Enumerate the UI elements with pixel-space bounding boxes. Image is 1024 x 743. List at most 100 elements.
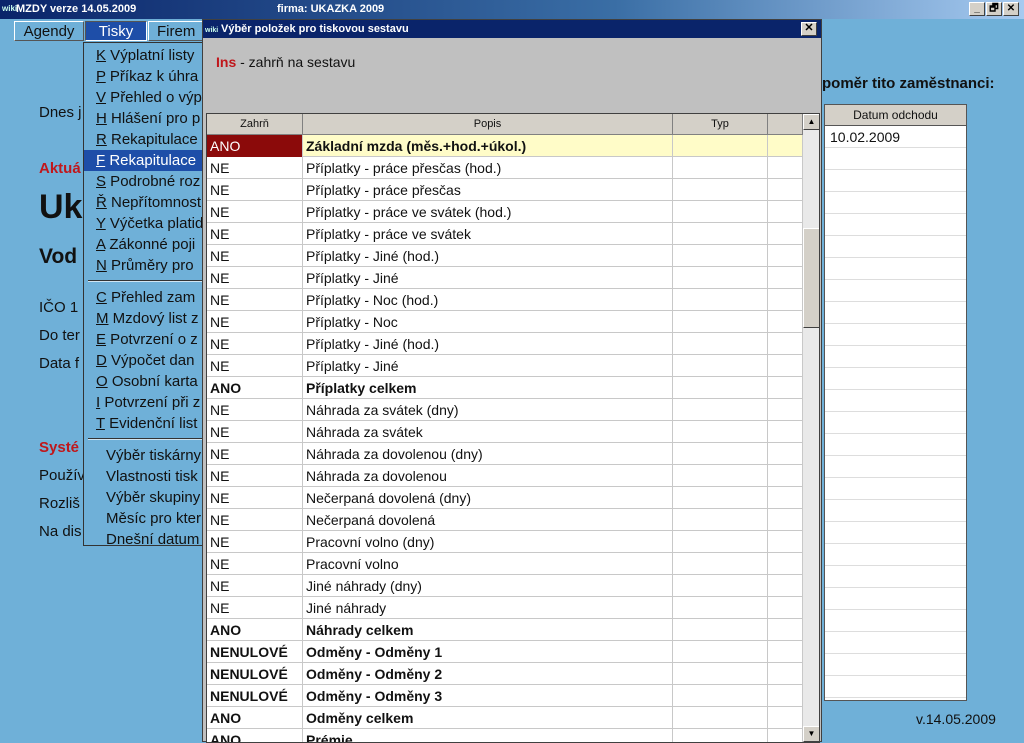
grid-row[interactable]: ANO Odměny celkem: [207, 707, 803, 729]
include-cell[interactable]: ANO: [207, 619, 303, 641]
menu-agendy[interactable]: Agendy: [14, 21, 84, 41]
include-cell[interactable]: NE: [207, 267, 303, 289]
grid-row[interactable]: NE Příplatky - práce ve svátek (hod.): [207, 201, 803, 223]
grid-row[interactable]: NENULOVÉ Odměny - Odměny 3: [207, 685, 803, 707]
include-cell[interactable]: NE: [207, 487, 303, 509]
tisky-menu-item[interactable]: N Průměry pro: [84, 255, 204, 276]
column-header-typ[interactable]: Typ: [673, 114, 768, 135]
type-cell: [673, 487, 768, 509]
column-header-zahrn[interactable]: Zahrň: [207, 114, 303, 135]
include-cell[interactable]: ANO: [207, 135, 303, 157]
column-header-popis[interactable]: Popis: [303, 114, 673, 135]
grid-row[interactable]: NE Příplatky - Noc (hod.): [207, 289, 803, 311]
include-cell[interactable]: NENULOVÉ: [207, 641, 303, 663]
include-cell[interactable]: NE: [207, 421, 303, 443]
include-cell[interactable]: NE: [207, 201, 303, 223]
tisky-menu-item[interactable]: Y Výčetka platid: [84, 213, 204, 234]
restore-button[interactable]: 🗗: [986, 2, 1002, 16]
include-cell[interactable]: NE: [207, 179, 303, 201]
minimize-button[interactable]: _: [969, 2, 985, 16]
include-cell[interactable]: NE: [207, 597, 303, 619]
description-cell: Jiné náhrady (dny): [303, 575, 673, 597]
tisky-menu-item[interactable]: M Mzdový list z: [84, 308, 204, 329]
grid-row[interactable]: NE Příplatky - Jiné: [207, 355, 803, 377]
tisky-menu-item[interactable]: S Podrobné roz: [84, 171, 204, 192]
tisky-menu-item[interactable]: R Rekapitulace: [84, 129, 204, 150]
grid-row[interactable]: NENULOVÉ Odměny - Odměny 1: [207, 641, 803, 663]
include-cell[interactable]: NE: [207, 553, 303, 575]
type-cell: [673, 135, 768, 157]
grid-row[interactable]: NE Příplatky - Jiné (hod.): [207, 245, 803, 267]
tisky-menu-item[interactable]: Výběr tiskárny: [84, 445, 204, 466]
tisky-menu-item[interactable]: A Zákonné poji: [84, 234, 204, 255]
tisky-menu-item[interactable]: H Hlášení pro p: [84, 108, 204, 129]
include-cell[interactable]: NE: [207, 223, 303, 245]
tisky-menu-item[interactable]: C Přehled zam: [84, 287, 204, 308]
grid-row[interactable]: NE Příplatky - práce ve svátek: [207, 223, 803, 245]
grid-row[interactable]: NE Pracovní volno: [207, 553, 803, 575]
grid-row[interactable]: ANO Prémie: [207, 729, 803, 742]
grid-row[interactable]: NE Příplatky - práce přesčas: [207, 179, 803, 201]
tisky-menu-item[interactable]: Dnešní datum: [84, 529, 204, 545]
tisky-menu-item[interactable]: E Potvrzení o z: [84, 329, 204, 350]
grid-row[interactable]: NE Příplatky - Jiné (hod.): [207, 333, 803, 355]
include-cell[interactable]: NE: [207, 157, 303, 179]
include-cell[interactable]: NE: [207, 289, 303, 311]
include-cell[interactable]: NE: [207, 355, 303, 377]
menu-firmy[interactable]: Firem: [148, 21, 208, 41]
grid-row[interactable]: NENULOVÉ Odměny - Odměny 2: [207, 663, 803, 685]
grid-row[interactable]: NE Náhrada za dovolenou: [207, 465, 803, 487]
scroll-thumb[interactable]: [803, 228, 819, 328]
close-button[interactable]: ✕: [1003, 2, 1019, 16]
include-cell[interactable]: NENULOVÉ: [207, 663, 303, 685]
tisky-menu-item[interactable]: D Výpočet dan: [84, 350, 204, 371]
include-cell[interactable]: ANO: [207, 729, 303, 742]
include-cell[interactable]: ANO: [207, 377, 303, 399]
include-cell[interactable]: NE: [207, 509, 303, 531]
dialog-close-button[interactable]: ✕: [801, 22, 817, 36]
include-cell[interactable]: NE: [207, 443, 303, 465]
grid-row[interactable]: NE Náhrada za svátek (dny): [207, 399, 803, 421]
include-cell[interactable]: NE: [207, 465, 303, 487]
grid-row[interactable]: NE Nečerpaná dovolená: [207, 509, 803, 531]
grid-row[interactable]: ANO Náhrady celkem: [207, 619, 803, 641]
tisky-menu-item[interactable]: P Příkaz k úhra: [84, 66, 204, 87]
include-cell[interactable]: NE: [207, 245, 303, 267]
tisky-menu-item[interactable]: I Potvrzení při z: [84, 392, 204, 413]
scroll-up-button[interactable]: ▲: [803, 114, 819, 130]
tisky-menu-item[interactable]: T Evidenční list: [84, 413, 204, 434]
include-cell[interactable]: NE: [207, 531, 303, 553]
tisky-menu-item[interactable]: Ř Nepřítomnost: [84, 192, 204, 213]
include-cell[interactable]: NE: [207, 575, 303, 597]
tisky-menu-item[interactable]: Měsíc pro kter: [84, 508, 204, 529]
tisky-menu-item[interactable]: Výběr skupiny: [84, 487, 204, 508]
grid-row[interactable]: NE Pracovní volno (dny): [207, 531, 803, 553]
grid-row[interactable]: NE Příplatky - Jiné: [207, 267, 803, 289]
grid-row[interactable]: NE Náhrada za dovolenou (dny): [207, 443, 803, 465]
grid-row[interactable]: NE Jiné náhrady: [207, 597, 803, 619]
tisky-menu-item[interactable]: O Osobní karta: [84, 371, 204, 392]
menu-item-label: Mzdový list z: [108, 310, 199, 327]
grid-row[interactable]: ANO Základní mzda (měs.+hod.+úkol.): [207, 135, 803, 157]
grid-row[interactable]: NE Příplatky - práce přesčas (hod.): [207, 157, 803, 179]
include-cell[interactable]: NE: [207, 399, 303, 421]
grid-row[interactable]: NE Příplatky - Noc: [207, 311, 803, 333]
grid-row[interactable]: NE Náhrada za svátek: [207, 421, 803, 443]
tisky-menu-item[interactable]: F Rekapitulace: [84, 150, 204, 171]
include-cell[interactable]: NENULOVÉ: [207, 685, 303, 707]
grid-scrollbar[interactable]: ▲ ▼: [803, 114, 819, 742]
grid-row[interactable]: NE Jiné náhrady (dny): [207, 575, 803, 597]
include-cell[interactable]: ANO: [207, 707, 303, 729]
grid-row[interactable]: ANO Příplatky celkem: [207, 377, 803, 399]
grid-row[interactable]: NE Nečerpaná dovolená (dny): [207, 487, 803, 509]
tisky-menu-item[interactable]: K Výplatní listy: [84, 45, 204, 66]
tisky-menu-item[interactable]: Vlastnosti tisk: [84, 466, 204, 487]
background-text-2: Uk: [39, 188, 83, 226]
menu-tisky[interactable]: Tisky: [85, 21, 147, 41]
include-cell[interactable]: NE: [207, 333, 303, 355]
departures-row: 10.02.2009: [825, 126, 966, 148]
tisky-menu-item[interactable]: V Přehled o výp: [84, 87, 204, 108]
description-cell: Příplatky - práce přesčas: [303, 179, 673, 201]
include-cell[interactable]: NE: [207, 311, 303, 333]
scroll-down-button[interactable]: ▼: [803, 726, 819, 742]
